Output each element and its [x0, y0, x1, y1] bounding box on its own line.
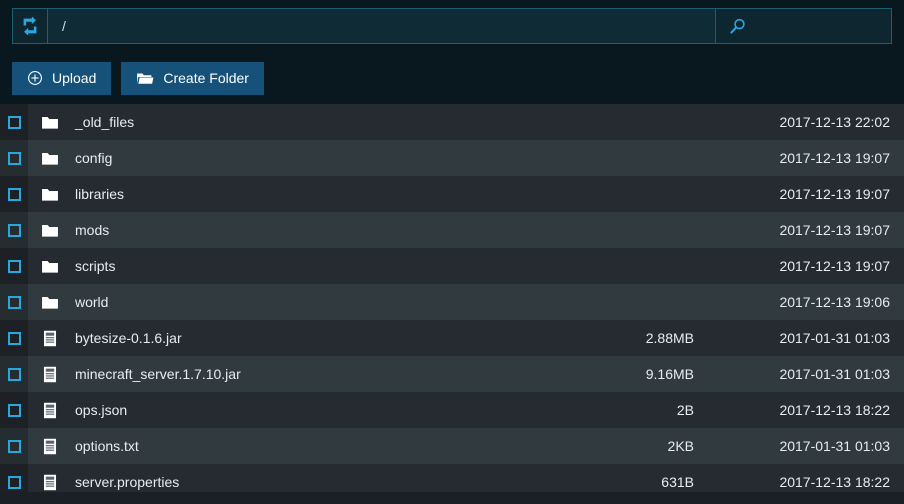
- row-checkbox[interactable]: [7, 331, 21, 345]
- folder-icon: [42, 260, 58, 273]
- table-row[interactable]: minecraft_server.1.7.10.jar 9.16MB 2017-01…: [0, 356, 904, 392]
- file-name[interactable]: server.properties: [68, 474, 534, 490]
- file-date: 2017-12-13 19:07: [779, 150, 890, 166]
- row-checkbox-cell[interactable]: [0, 140, 28, 176]
- folder-icon-cell: [28, 115, 68, 130]
- row-checkbox[interactable]: [7, 259, 21, 273]
- file-size: 2KB: [667, 438, 694, 454]
- file-icon: [43, 438, 57, 454]
- file-date: 2017-12-13 19:07: [779, 186, 890, 202]
- row-checkbox-cell[interactable]: [0, 392, 28, 428]
- folder-icon: [42, 152, 58, 165]
- table-row[interactable]: scripts 2017-12-13 19:07: [0, 248, 904, 284]
- folder-icon-cell: [28, 259, 68, 274]
- file-icon-cell: [28, 402, 68, 419]
- file-name[interactable]: world: [68, 294, 534, 310]
- file-size: 2.88MB: [645, 330, 694, 346]
- folder-icon: [42, 296, 58, 309]
- row-checkbox-cell[interactable]: [0, 248, 28, 284]
- row-checkbox-cell[interactable]: [0, 320, 28, 356]
- upload-button[interactable]: Upload: [12, 61, 112, 95]
- file-date: 2017-12-13 22:02: [779, 114, 890, 130]
- upload-button-label: Upload: [52, 70, 97, 86]
- file-date: 2017-12-13 19:07: [779, 258, 890, 274]
- file-date: 2017-12-13 18:22: [779, 402, 890, 418]
- row-checkbox[interactable]: [7, 439, 21, 453]
- file-icon: [43, 474, 57, 490]
- file-name[interactable]: libraries: [68, 186, 534, 202]
- file-size: 2B: [676, 402, 694, 418]
- row-checkbox[interactable]: [7, 187, 21, 201]
- file-date: 2017-01-31 01:03: [779, 438, 890, 454]
- folder-icon: [42, 188, 58, 201]
- row-checkbox-cell[interactable]: [0, 428, 28, 464]
- plus-circle-icon: [28, 71, 42, 85]
- refresh-icon: [23, 16, 37, 36]
- path-input-value: /: [62, 18, 66, 34]
- file-name[interactable]: config: [68, 150, 534, 166]
- action-bar: Upload Create Folder: [0, 52, 904, 104]
- file-icon-cell: [28, 366, 68, 383]
- file-icon: [43, 402, 57, 418]
- file-name[interactable]: mods: [68, 222, 534, 238]
- folder-icon-cell: [28, 187, 68, 202]
- search-input[interactable]: [716, 8, 892, 44]
- folder-open-icon: [137, 73, 154, 84]
- row-checkbox-cell[interactable]: [0, 284, 28, 320]
- file-date: 2017-12-13 18:22: [779, 474, 890, 490]
- file-name[interactable]: options.txt: [68, 438, 534, 454]
- table-row[interactable]: libraries 2017-12-13 19:07: [0, 176, 904, 212]
- file-size: 9.16MB: [645, 366, 694, 382]
- table-row[interactable]: bytesize-0.1.6.jar 2.88MB 2017-01-31 01:03: [0, 320, 904, 356]
- table-row[interactable]: ops.json 2B 2017-12-13 18:22: [0, 392, 904, 428]
- file-size: 631B: [661, 474, 694, 490]
- row-checkbox[interactable]: [7, 223, 21, 237]
- row-checkbox-cell[interactable]: [0, 176, 28, 212]
- file-name[interactable]: ops.json: [68, 402, 534, 418]
- file-date: 2017-12-13 19:07: [779, 222, 890, 238]
- search-icon: [730, 18, 745, 34]
- row-checkbox[interactable]: [7, 367, 21, 381]
- file-name[interactable]: bytesize-0.1.6.jar: [68, 330, 534, 346]
- create-folder-button-label: Create Folder: [163, 70, 249, 86]
- row-checkbox[interactable]: [7, 403, 21, 417]
- folder-icon-cell: [28, 151, 68, 166]
- file-icon-cell: [28, 474, 68, 491]
- file-icon-cell: [28, 438, 68, 455]
- file-icon: [43, 330, 57, 346]
- row-checkbox[interactable]: [7, 115, 21, 129]
- path-input[interactable]: /: [48, 8, 716, 44]
- file-name[interactable]: minecraft_server.1.7.10.jar: [68, 366, 534, 382]
- table-row[interactable]: world 2017-12-13 19:06: [0, 284, 904, 320]
- row-checkbox[interactable]: [7, 295, 21, 309]
- table-row[interactable]: mods 2017-12-13 19:07: [0, 212, 904, 248]
- table-row[interactable]: options.txt 2KB 2017-01-31 01:03: [0, 428, 904, 464]
- folder-icon: [42, 224, 58, 237]
- create-folder-button[interactable]: Create Folder: [121, 61, 264, 95]
- folder-icon-cell: [28, 223, 68, 238]
- row-checkbox-cell[interactable]: [0, 356, 28, 392]
- file-list[interactable]: _old_files 2017-12-13 22:02 config 2017-12-…: [0, 104, 904, 500]
- row-checkbox[interactable]: [7, 151, 21, 165]
- file-name[interactable]: _old_files: [68, 114, 534, 130]
- file-date: 2017-01-31 01:03: [779, 330, 890, 346]
- row-checkbox-cell[interactable]: [0, 104, 28, 140]
- refresh-button[interactable]: [12, 8, 48, 44]
- file-name[interactable]: scripts: [68, 258, 534, 274]
- file-icon: [43, 366, 57, 382]
- folder-icon-cell: [28, 295, 68, 310]
- footer-bar: [0, 492, 904, 504]
- row-checkbox[interactable]: [7, 475, 21, 489]
- file-icon-cell: [28, 330, 68, 347]
- file-date: 2017-01-31 01:03: [779, 366, 890, 382]
- table-row[interactable]: _old_files 2017-12-13 22:02: [0, 104, 904, 140]
- folder-icon: [42, 116, 58, 129]
- top-bar: /: [0, 0, 904, 52]
- table-row[interactable]: config 2017-12-13 19:07: [0, 140, 904, 176]
- row-checkbox-cell[interactable]: [0, 212, 28, 248]
- file-date: 2017-12-13 19:06: [779, 294, 890, 310]
